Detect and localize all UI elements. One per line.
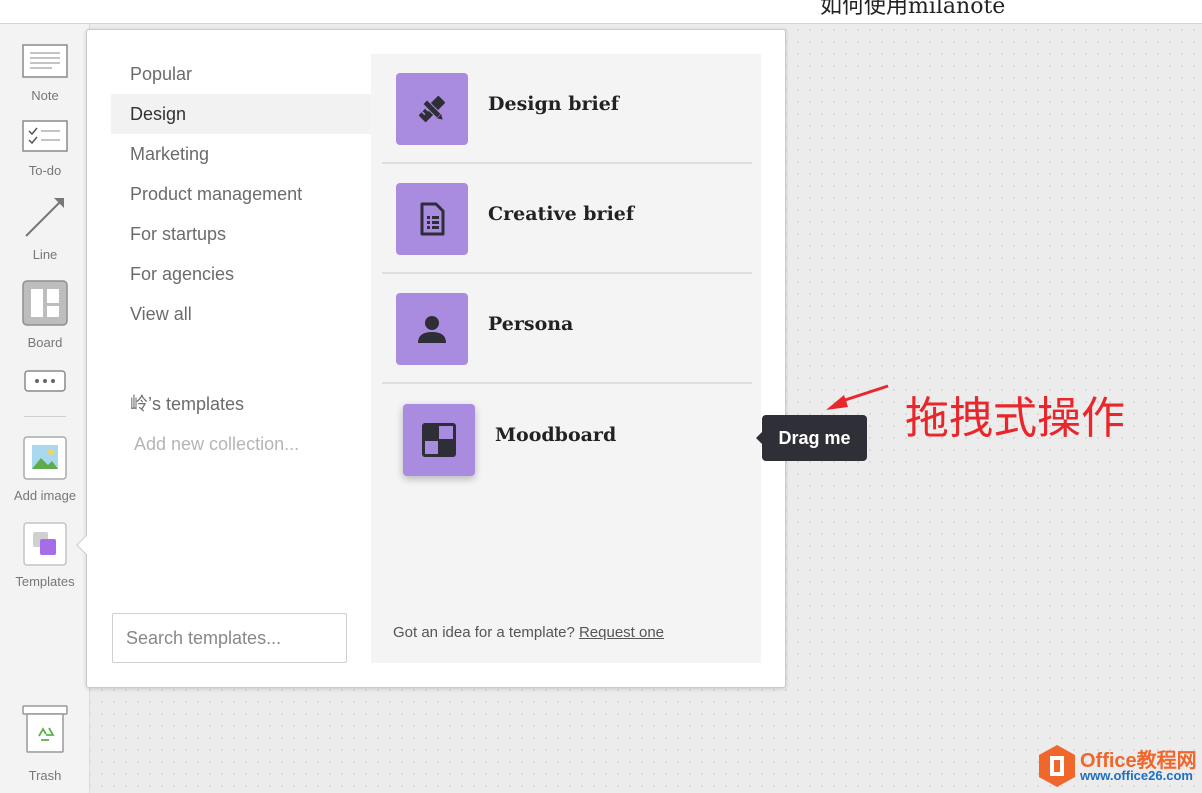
my-templates-link[interactable]: 岭’s templates [130,390,244,416]
templates-icon [23,522,67,566]
template-request-footer: Got an idea for a template? Request one [393,624,664,641]
line-label: Line [32,247,58,262]
trash-icon [22,705,68,753]
board-title: 如何使用milanote [820,0,1006,19]
board-label: Board [27,335,63,350]
drag-tooltip: Drag me [756,415,867,461]
add-collection-link[interactable]: Add new collection... [134,434,299,455]
template-persona[interactable]: Persona [382,274,752,384]
todo-label: To-do [28,163,62,178]
category-for-startups[interactable]: For startups [111,214,371,254]
document-icon [396,183,468,255]
moodboard-icon [403,404,475,476]
category-design[interactable]: Design [111,94,371,134]
person-icon [396,293,468,365]
category-popular[interactable]: Popular [111,54,371,94]
template-moodboard[interactable]: Moodboard [382,384,752,494]
board-tool[interactable] [0,280,90,326]
office-logo-icon [1039,745,1075,787]
note-icon [22,44,68,78]
trash-label: Trash [28,768,62,783]
tooltip-label: Drag me [778,428,851,448]
templates-popover: Popular Design Marketing Product managem… [76,29,786,688]
line-tool[interactable] [0,194,90,240]
tooltip-arrow [756,432,762,444]
request-template-link[interactable]: Request one [579,624,664,641]
trash-tool[interactable] [0,704,90,754]
todo-tool[interactable] [0,120,90,154]
templates-panel: Design brief Creative brief Persona Mood… [371,54,761,663]
category-view-all[interactable]: View all [111,294,371,334]
template-name: Persona [488,313,574,335]
image-icon [23,436,67,480]
annotation-label: 拖拽式操作 [905,393,1125,444]
toolbar-divider [24,416,66,417]
category-list: Popular Design Marketing Product managem… [111,54,371,334]
annotation-arrow [826,384,889,410]
footer-text: Got an idea for a template? [393,624,579,641]
category-product-management[interactable]: Product management [111,174,371,214]
templates-label: Templates [15,574,75,589]
more-icon [24,370,66,392]
more-tools-button[interactable] [0,370,90,392]
add-image-label: Add image [13,488,77,503]
note-tool[interactable] [0,44,90,80]
search-templates-input[interactable] [112,613,347,663]
board-icon [22,280,68,326]
add-image-tool[interactable] [0,436,90,480]
pencil-ruler-icon [396,73,468,145]
line-icon [25,198,64,237]
checklist-icon [22,120,68,152]
note-label: Note [31,88,59,103]
watermark-url: www.office26.com [1080,768,1193,783]
template-design-brief[interactable]: Design brief [382,54,752,164]
watermark: Office教程网 www.office26.com [1038,742,1202,790]
template-name: Design brief [488,93,619,115]
category-for-agencies[interactable]: For agencies [111,254,371,294]
top-bar: 如何使用milanote [0,0,1202,24]
template-creative-brief[interactable]: Creative brief [382,164,752,274]
category-marketing[interactable]: Marketing [111,134,371,174]
template-name: Moodboard [495,424,617,446]
left-toolbar: Note To-do Line Board Add image Template… [0,24,90,793]
template-name: Creative brief [488,203,635,225]
